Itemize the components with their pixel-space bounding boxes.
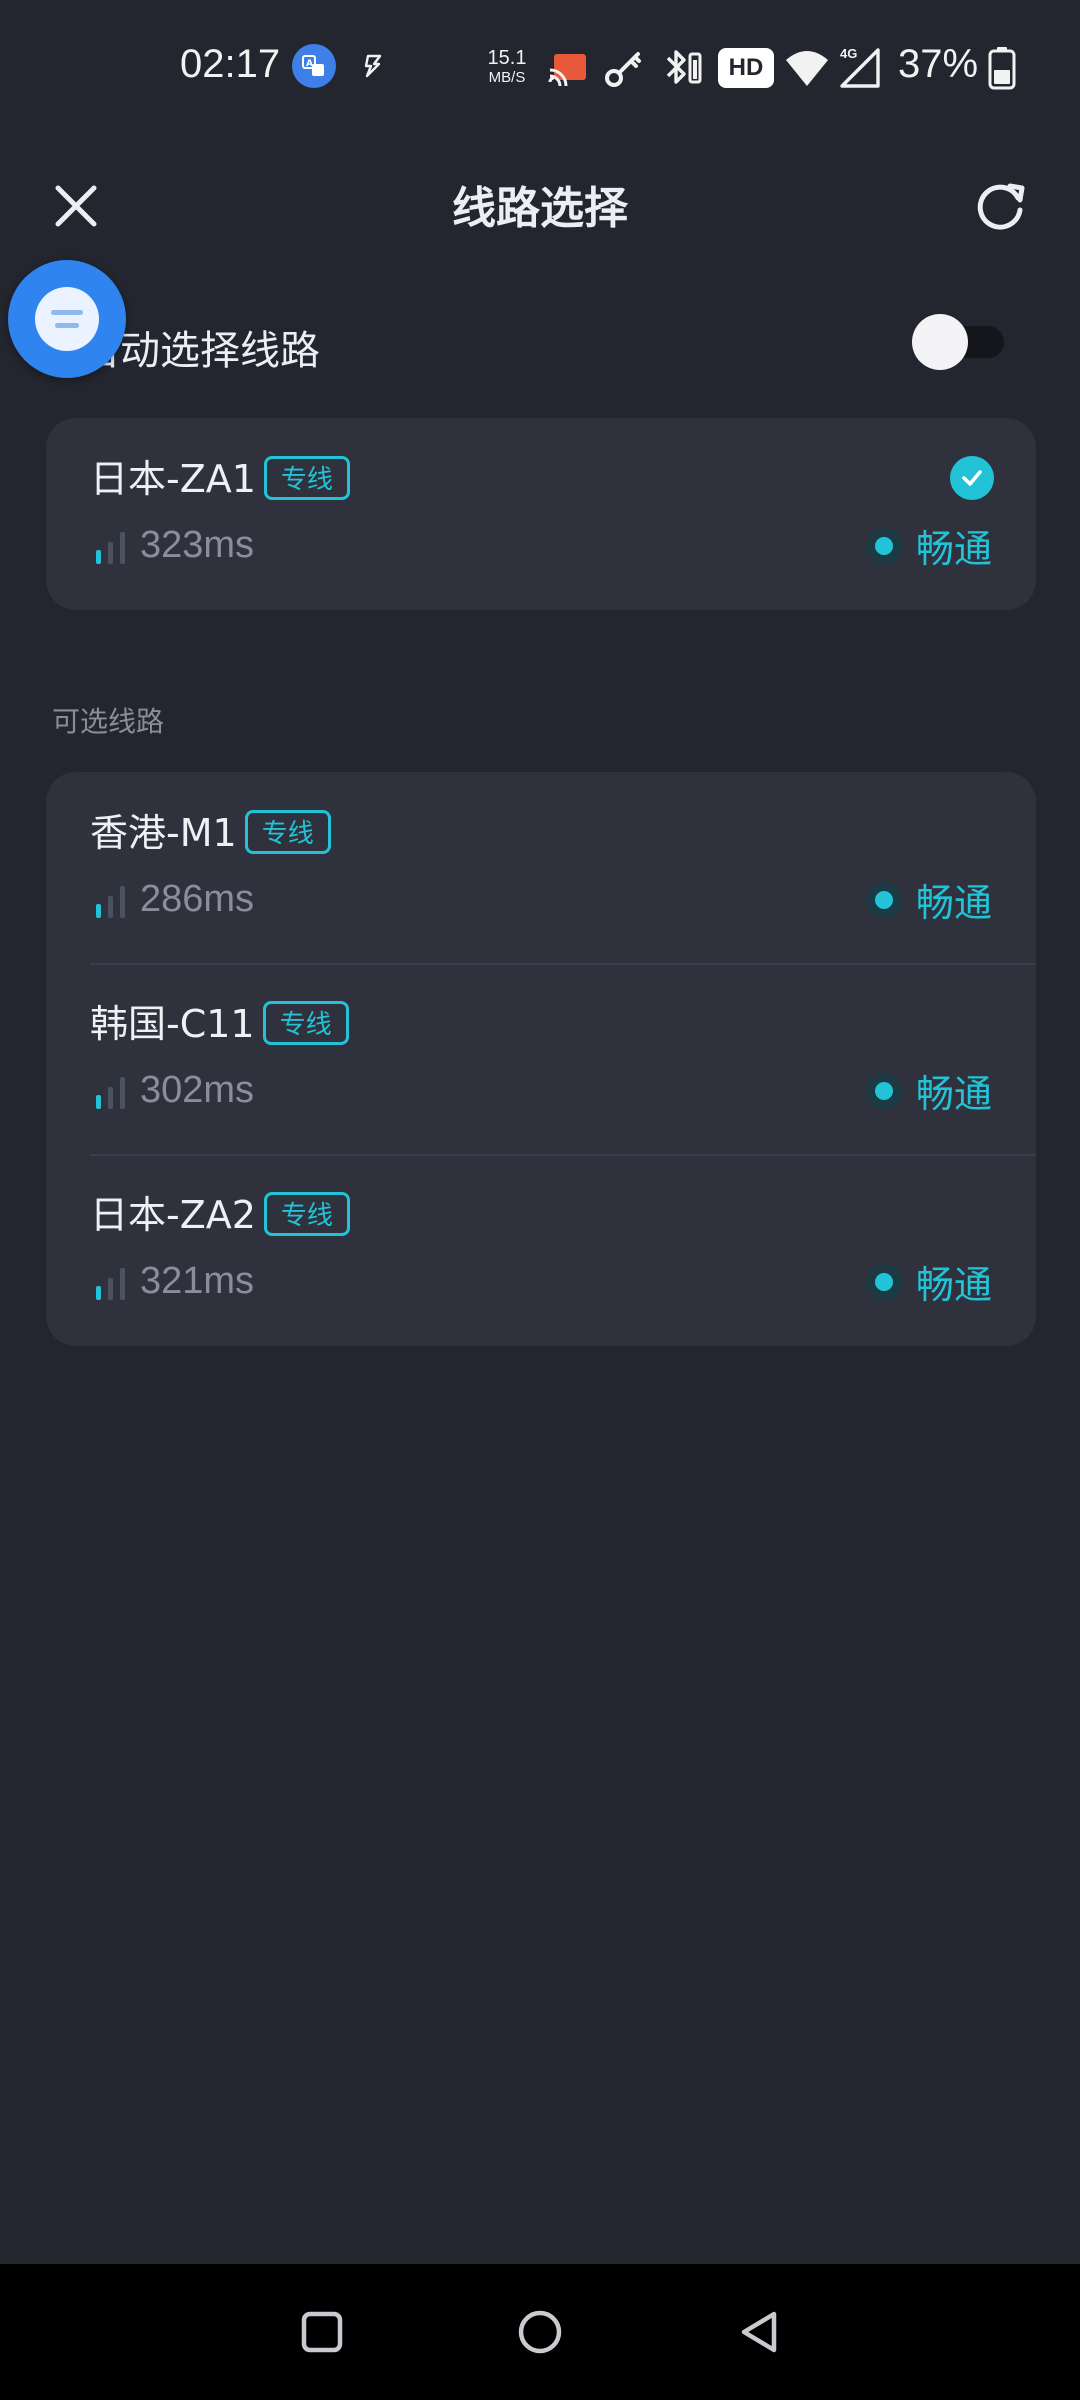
- available-routes-heading: 可选线路: [52, 705, 165, 738]
- toggle-knob: [912, 314, 968, 370]
- route-status-text: 畅通: [915, 527, 992, 571]
- signal-strength-icon: [96, 1268, 125, 1300]
- back-button[interactable]: [728, 2300, 792, 2364]
- home-button[interactable]: [508, 2300, 572, 2364]
- battery-percent: 37%: [898, 42, 979, 86]
- cellular-signal-icon: 4G: [840, 46, 880, 88]
- route-status-text: 畅通: [915, 881, 992, 925]
- status-dot-icon: [865, 1263, 902, 1300]
- signal-strength-icon: [96, 886, 125, 918]
- refresh-button[interactable]: [966, 170, 1038, 242]
- route-tag: 专线: [262, 1001, 349, 1045]
- current-route[interactable]: 日本-ZA1 专线 323ms 畅通: [46, 418, 1036, 609]
- status-dot-icon: [865, 1072, 902, 1109]
- route-name-text: 日本-ZA1: [90, 457, 256, 501]
- net-speed-value: 15.1: [487, 47, 527, 69]
- auto-select-toggle[interactable]: [910, 314, 1004, 370]
- net-speed-unit: MB/S: [488, 69, 526, 86]
- triangle-back-icon: [741, 2311, 777, 2353]
- route-tag: 专线: [263, 1192, 350, 1236]
- status-dot-icon: [865, 527, 902, 564]
- route-item-kr-c11[interactable]: 韩国-C11 专线 302ms 畅通: [46, 963, 1036, 1154]
- refresh-icon: [977, 183, 1025, 230]
- translate-icon: A: [292, 44, 336, 88]
- route-status: 畅通: [865, 518, 992, 573]
- route-latency: 323ms: [140, 524, 255, 566]
- selected-check-icon: [950, 456, 994, 500]
- route-name: 日本-ZA1 专线: [90, 448, 350, 503]
- route-status: 畅通: [865, 1063, 992, 1118]
- status-bar: 02:17 A 15.1 MB/S HD 4G 37%: [0, 0, 1080, 130]
- hd-badge: HD: [718, 48, 774, 88]
- battery-icon: [988, 47, 1016, 90]
- route-latency: 286ms: [140, 878, 255, 920]
- square-recents-icon: [301, 2311, 343, 2353]
- route-status: 畅通: [865, 1254, 992, 1309]
- route-item-hk-m1[interactable]: 香港-M1 专线 286ms 畅通: [46, 772, 1036, 963]
- route-item-jp-za2[interactable]: 日本-ZA2 专线 321ms 畅通: [46, 1154, 1036, 1345]
- system-nav-bar: [0, 2264, 1080, 2400]
- bolt-icon: [364, 54, 382, 78]
- signal-strength-icon: [96, 1077, 125, 1109]
- auto-select-row: 自动选择线路: [0, 300, 1080, 390]
- page-title: 线路选择: [452, 183, 628, 234]
- status-dot-icon: [865, 881, 902, 918]
- route-latency: 321ms: [140, 1260, 255, 1302]
- vpn-key-icon: [605, 52, 641, 87]
- route-name-text: 韩国-C11: [90, 1002, 255, 1046]
- route-latency: 302ms: [140, 1069, 255, 1111]
- route-tag: 专线: [244, 810, 331, 854]
- route-status-text: 畅通: [915, 1263, 992, 1307]
- available-routes-card: 香港-M1 专线 286ms 畅通 韩国-C11 专线 302ms 畅通 日本-…: [46, 772, 1036, 1346]
- circle-home-icon: [518, 2310, 562, 2354]
- current-route-card[interactable]: 日本-ZA1 专线 323ms 畅通: [46, 418, 1036, 610]
- route-selection-screen: 02:17 A 15.1 MB/S HD 4G 37% 线路选择 自动选择线路 …: [0, 0, 1080, 2400]
- route-name-text: 香港-M1: [90, 811, 237, 855]
- wifi-icon: [786, 51, 828, 86]
- route-status: 畅通: [865, 872, 992, 927]
- route-status-text: 畅通: [915, 1072, 992, 1116]
- route-tag: 专线: [263, 456, 350, 500]
- route-name: 韩国-C11 专线: [90, 993, 349, 1048]
- svg-text:4G: 4G: [840, 46, 857, 61]
- route-name-text: 日本-ZA2: [90, 1193, 256, 1237]
- route-name: 香港-M1 专线: [90, 802, 331, 857]
- svg-text:A: A: [306, 59, 313, 69]
- floating-chat-bubble[interactable]: [8, 260, 126, 378]
- page-header: 线路选择: [0, 150, 1080, 250]
- route-name: 日本-ZA2 专线: [90, 1184, 350, 1239]
- chat-icon: [35, 287, 99, 351]
- status-time: 02:17: [180, 42, 281, 86]
- signal-strength-icon: [96, 532, 125, 564]
- recents-button[interactable]: [290, 2300, 354, 2364]
- cast-icon: [548, 54, 586, 86]
- bluetooth-icon: [666, 50, 702, 84]
- net-speed-indicator: 15.1 MB/S: [482, 48, 532, 85]
